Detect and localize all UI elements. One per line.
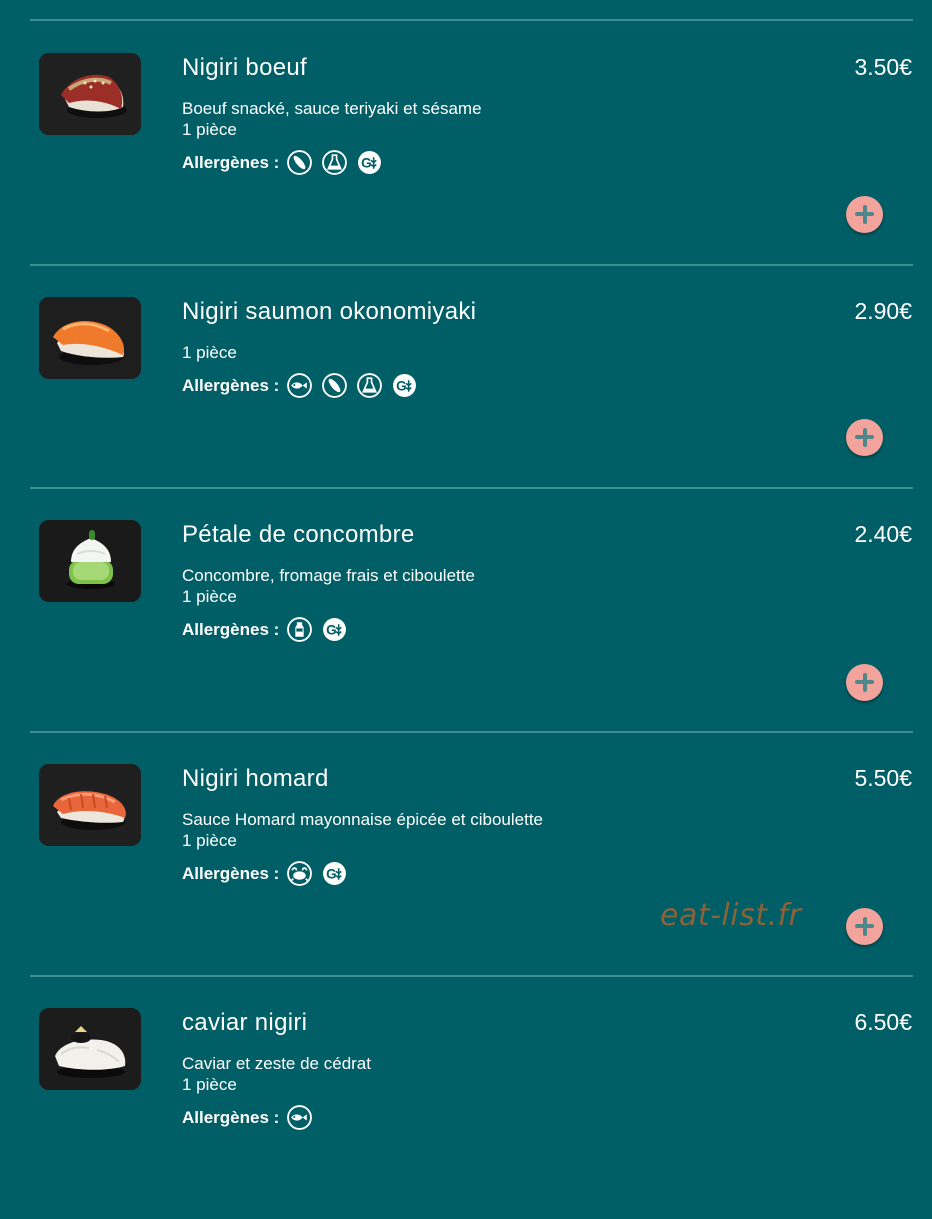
item-quantity: 1 pièce: [182, 120, 237, 139]
item-quantity: 1 pièce: [182, 587, 237, 606]
item-description: Concombre, fromage frais et ciboulette 1…: [182, 565, 475, 607]
item-quantity: 1 pièce: [182, 343, 237, 362]
menu-item-caviar-nigiri: caviar nigiri 6.50€ Caviar et zeste de c…: [0, 975, 932, 1219]
allergens-label: Allergènes :: [182, 863, 280, 883]
gluten-icon: G: [323, 618, 347, 641]
item-name: Nigiri boeuf: [182, 54, 307, 81]
item-price: 2.40€: [854, 521, 912, 547]
svg-text:G: G: [326, 623, 337, 638]
gluten-icon: G: [323, 862, 347, 885]
item-price: 6.50€: [854, 1009, 912, 1035]
item-name: Nigiri homard: [182, 765, 329, 792]
add-to-cart-button[interactable]: [846, 664, 883, 701]
item-name: caviar nigiri: [182, 1009, 308, 1036]
item-description-line: Concombre, fromage frais et ciboulette: [182, 566, 475, 585]
gluten-icon: G: [358, 151, 382, 174]
crustacean-icon: [287, 861, 313, 886]
allergens-label: Allergènes :: [182, 1107, 280, 1127]
sauce-bottle-icon: [322, 150, 348, 175]
allergens-row: Allergènes : G: [182, 373, 427, 398]
salmon-nigiri-photo[interactable]: [39, 297, 141, 379]
item-description-line: Boeuf snacké, sauce teriyaki et sésame: [182, 99, 482, 118]
add-to-cart-button[interactable]: [846, 908, 883, 945]
milk-icon: [287, 617, 313, 642]
allergens-row: Allergènes :: [182, 1105, 322, 1130]
allergens-row: Allergènes : G: [182, 617, 357, 642]
allergens-label: Allergènes :: [182, 152, 280, 172]
menu-item-nigiri-boeuf: Nigiri boeuf 3.50€ Boeuf snacké, sauce t…: [0, 20, 932, 264]
cucumber-petal-photo[interactable]: [39, 520, 141, 602]
fish-icon: [287, 1105, 313, 1130]
allergens-row: Allergènes : G: [182, 861, 357, 886]
add-to-cart-button[interactable]: [846, 419, 883, 456]
item-price: 2.90€: [854, 298, 912, 324]
gluten-icon: G: [393, 374, 417, 397]
item-quantity: 1 pièce: [182, 831, 237, 850]
menu-item-nigiri-saumon-okonomiyaki: Nigiri saumon okonomiyaki 2.90€ 1 pièce …: [0, 264, 932, 508]
lobster-nigiri-photo[interactable]: [39, 764, 141, 846]
sauce-bottle-icon: [357, 373, 383, 398]
svg-text:G: G: [326, 867, 337, 882]
item-quantity: 1 pièce: [182, 1075, 237, 1094]
item-description-line: Caviar et zeste de cédrat: [182, 1054, 371, 1073]
caviar-nigiri-photo[interactable]: [39, 1008, 141, 1090]
svg-text:G: G: [396, 379, 407, 394]
add-to-cart-button[interactable]: [846, 196, 883, 233]
item-description: Caviar et zeste de cédrat 1 pièce: [182, 1053, 371, 1095]
item-description: Sauce Homard mayonnaise épicée et ciboul…: [182, 809, 543, 851]
item-price: 3.50€: [854, 54, 912, 80]
item-description: 1 pièce: [182, 342, 237, 363]
menu-item-nigiri-homard: Nigiri homard 5.50€ Sauce Homard mayonna…: [0, 731, 932, 975]
item-description-line: Sauce Homard mayonnaise épicée et ciboul…: [182, 810, 543, 829]
svg-text:G: G: [361, 156, 372, 171]
item-name: Nigiri saumon okonomiyaki: [182, 298, 477, 325]
allergens-label: Allergènes :: [182, 375, 280, 395]
watermark-text: eat-list.fr: [660, 898, 802, 933]
item-name: Pétale de concombre: [182, 521, 415, 548]
allergens-row: Allergènes : G: [182, 150, 392, 175]
sesame-icon: [287, 150, 313, 175]
menu-item-petale-de-concombre: Pétale de concombre 2.40€ Concombre, fro…: [0, 487, 932, 731]
fish-icon: [287, 373, 313, 398]
sesame-icon: [322, 373, 348, 398]
allergens-label: Allergènes :: [182, 619, 280, 639]
item-price: 5.50€: [854, 765, 912, 791]
item-description: Boeuf snacké, sauce teriyaki et sésame 1…: [182, 98, 482, 140]
beef-nigiri-photo[interactable]: [39, 53, 141, 135]
